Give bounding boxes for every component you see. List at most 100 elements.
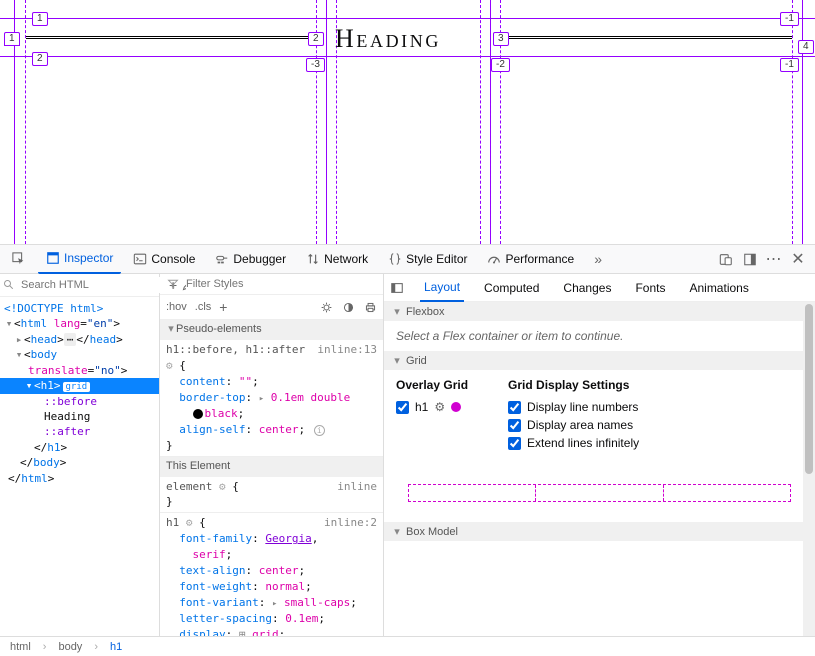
scrollbar-thumb[interactable] (805, 304, 813, 474)
dom-node[interactable]: Heading (0, 409, 159, 424)
console-icon (133, 252, 147, 266)
animations-tab[interactable]: Animations (685, 275, 752, 301)
dock-mode-button[interactable] (743, 252, 757, 266)
close-devtools-button[interactable]: ✕ (791, 252, 805, 266)
flexbox-empty-message: Select a Flex container or item to conti… (396, 329, 623, 343)
grid-line-number: 1 (32, 12, 48, 26)
page-viewport: Heading 1 2 1 2 -3 3 -2 -1 4 -1 (0, 0, 815, 244)
extend-lines-checkbox[interactable]: Extend lines infinitely (508, 436, 639, 450)
breadcrumb-h1[interactable]: h1 (110, 641, 122, 653)
devtools-toolbar: Inspector Console Debugger Network Style… (0, 244, 815, 274)
grid-line-number: -2 (491, 58, 510, 72)
changes-tab[interactable]: Changes (559, 275, 615, 301)
dom-node[interactable]: </h1> (0, 440, 159, 455)
search-icon (3, 278, 15, 292)
grid-display-settings-heading: Grid Display Settings (508, 378, 639, 392)
css-rule[interactable]: h1::before, h1::afterinline:13 ⚙ { conte… (160, 340, 383, 456)
dom-node-selected[interactable]: ▾<h1>grid (0, 378, 159, 394)
dom-node[interactable]: ▾<html lang="en"> (0, 316, 159, 331)
grid-line-number: -3 (306, 58, 325, 72)
grid-line (480, 0, 481, 244)
grid-overlay-h1-checkbox[interactable] (396, 401, 409, 414)
styles-filter-input[interactable] (186, 278, 377, 290)
breadcrumb-html[interactable]: html (10, 641, 31, 653)
dom-node[interactable]: </html> (0, 471, 159, 486)
style-editor-tab[interactable]: Style Editor (380, 248, 475, 270)
network-tab-label: Network (324, 252, 368, 266)
more-tools-button[interactable]: » (586, 251, 610, 267)
grid-mini-preview (408, 484, 791, 502)
flexbox-section-header[interactable]: ▾Flexbox (384, 302, 815, 321)
styles-panel: :hov .cls + ▾Pseudo-elements h1::before,… (160, 274, 384, 636)
dom-node[interactable]: ▾<body (0, 347, 159, 362)
layout-panel: Layout Computed Changes Fonts Animations… (384, 274, 815, 636)
heading-rule-after (500, 36, 792, 39)
grid-line-number: 3 (493, 32, 509, 46)
grid-line-number: 1 (4, 32, 20, 46)
display-line-numbers-checkbox[interactable]: Display line numbers (508, 400, 639, 414)
print-mode-icon[interactable] (363, 300, 377, 314)
css-rule[interactable]: element ⚙ {inline} (160, 477, 383, 513)
scrollbar[interactable] (803, 302, 815, 636)
css-rule[interactable]: h1 ⚙ {inline:2 font-family: Georgia, ser… (160, 512, 383, 636)
dom-node[interactable]: </body> (0, 455, 159, 470)
devtools-panels: + <!DOCTYPE html> ▾<html lang="en"> ▸<he… (0, 274, 815, 636)
debugger-tab[interactable]: Debugger (207, 248, 294, 270)
computed-tab[interactable]: Computed (480, 275, 543, 301)
dom-node[interactable]: ::after (0, 424, 159, 439)
breadcrumbs: html › body › h1 (0, 636, 815, 656)
dom-tree[interactable]: <!DOCTYPE html> ▾<html lang="en"> ▸<head… (0, 297, 159, 636)
filter-icon (166, 277, 180, 291)
dom-node[interactable]: ::before (0, 394, 159, 409)
page-heading: Heading (335, 24, 441, 54)
debugger-tab-label: Debugger (233, 252, 286, 266)
breadcrumb-body[interactable]: body (58, 641, 82, 653)
inspector-tab[interactable]: Inspector (38, 244, 121, 274)
grid-line (792, 0, 793, 244)
color-swatch[interactable] (193, 409, 203, 419)
dom-node[interactable]: <!DOCTYPE html> (0, 301, 159, 316)
pick-element-button[interactable] (4, 248, 34, 270)
inspector-icon (46, 251, 60, 265)
grid-line (490, 0, 491, 244)
grid-line-number: 2 (308, 32, 324, 46)
light-mode-icon[interactable] (319, 300, 333, 314)
dom-node[interactable]: translate="no"> (0, 363, 159, 378)
overlay-grid-heading: Overlay Grid (396, 378, 468, 392)
grid-line-number: 4 (798, 40, 814, 54)
pick-element-icon (12, 252, 26, 266)
console-tab-label: Console (151, 252, 195, 266)
dom-node[interactable]: ▸<head>⋯</head> (0, 332, 159, 347)
grid-line-number: -1 (780, 12, 799, 26)
meatball-menu-button[interactable]: ⋯ (767, 252, 781, 266)
styles-rules[interactable]: ▾Pseudo-elements h1::before, h1::afterin… (160, 320, 383, 636)
gear-icon[interactable]: ⚙ (434, 400, 445, 414)
hov-toggle[interactable]: :hov (166, 301, 187, 313)
layout-tab[interactable]: Layout (420, 274, 464, 302)
this-element-header: This Element (160, 457, 383, 477)
grid-color-swatch[interactable] (451, 402, 461, 412)
cls-toggle[interactable]: .cls (195, 301, 212, 313)
grid-overlay-checkbox[interactable]: h1 ⚙ (396, 400, 468, 414)
info-icon[interactable]: i (314, 425, 325, 436)
dom-search-input[interactable] (19, 277, 165, 293)
responsive-mode-button[interactable] (719, 252, 733, 266)
sidebar-toggle-button[interactable] (390, 281, 404, 295)
dark-mode-icon[interactable] (341, 300, 355, 314)
layout-tabs: Layout Computed Changes Fonts Animations (384, 274, 815, 302)
console-tab[interactable]: Console (125, 248, 203, 270)
style-editor-tab-label: Style Editor (406, 252, 467, 266)
grid-line (326, 0, 327, 244)
layout-body[interactable]: ▾Flexbox Select a Flex container or item… (384, 302, 815, 636)
network-tab[interactable]: Network (298, 248, 376, 270)
box-model-section-header[interactable]: ▾Box Model (384, 522, 815, 541)
pseudo-elements-header[interactable]: ▾Pseudo-elements (160, 320, 383, 340)
fonts-tab[interactable]: Fonts (631, 275, 669, 301)
inspector-tab-label: Inspector (64, 251, 113, 265)
grid-section-header[interactable]: ▾Grid (384, 351, 815, 370)
display-area-names-checkbox[interactable]: Display area names (508, 418, 639, 432)
add-rule-button[interactable]: + (219, 299, 227, 315)
performance-tab[interactable]: Performance (479, 248, 582, 270)
grid-line (0, 56, 815, 57)
styles-toolbar: :hov .cls + (160, 295, 383, 320)
